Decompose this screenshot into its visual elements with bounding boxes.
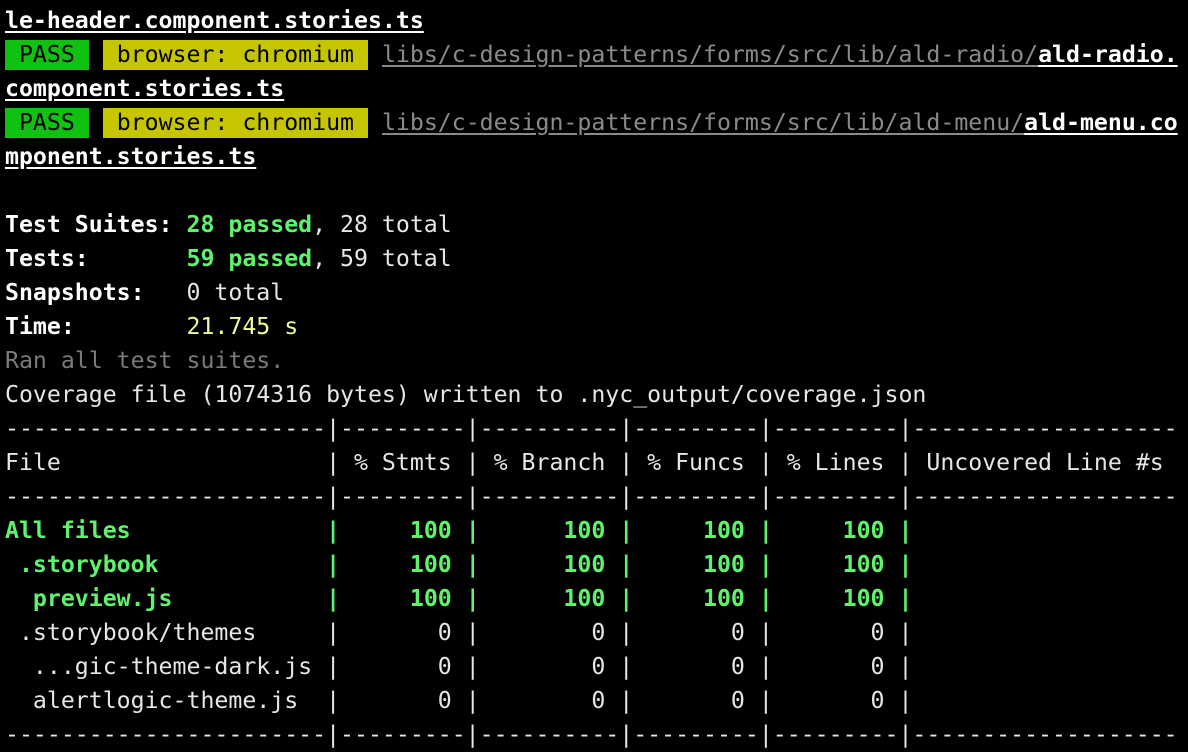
summary-tests: Tests: 59 passed, 59 total (5, 242, 1188, 276)
story-file-name[interactable]: ald-menu.co (1024, 109, 1178, 136)
terminal-line: mponent.stories.ts (5, 140, 1188, 174)
coverage-table-body: All files | 100 | 100 | 100 | 100 | .sto… (5, 514, 1188, 718)
table-separator: -----------------------|---------|------… (5, 721, 1178, 748)
table-row: .storybook/themes | 0 | 0 | 0 | 0 | (5, 616, 1188, 650)
summary-passed: 28 passed (186, 211, 313, 238)
table-separator: -----------------------|---------|------… (5, 415, 1178, 442)
table-row: .storybook | 100 | 100 | 100 | 100 | (5, 548, 1188, 582)
coverage-values: | 100 | 100 | 100 | 100 | (326, 551, 913, 578)
coverage-file-name: preview.js (5, 585, 327, 612)
table-row: ...gic-theme-dark.js | 0 | 0 | 0 | 0 | (5, 650, 1188, 684)
summary-label: Time: (5, 313, 187, 340)
coverage-values: | 0 | 0 | 0 | 0 | (326, 653, 913, 680)
pass-badge: PASS (5, 108, 89, 138)
table-row: All files | 100 | 100 | 100 | 100 | (5, 514, 1188, 548)
coverage-table-header: File | % Stmts | % Branch | % Funcs | % … (5, 449, 1178, 476)
story-file-name[interactable]: ald-radio. (1038, 41, 1178, 68)
pass-badge: PASS (5, 40, 89, 70)
coverage-file-message: Coverage file (1074316 bytes) written to… (5, 381, 927, 408)
coverage-values: | 0 | 0 | 0 | 0 | (326, 619, 913, 646)
coverage-values: | 100 | 100 | 100 | 100 | (326, 585, 913, 612)
table-row: preview.js | 100 | 100 | 100 | 100 | (5, 582, 1188, 616)
terminal-line: component.stories.ts (5, 72, 1188, 106)
summary-total: , 59 total (312, 245, 452, 272)
story-file-name[interactable]: component.stories.ts (5, 75, 284, 102)
summary-test-suites: Test Suites: 28 passed, 28 total (5, 208, 1188, 242)
summary-snapshots: Snapshots: 0 total (5, 276, 1188, 310)
story-file-name[interactable]: mponent.stories.ts (5, 143, 256, 170)
summary-total: , 28 total (312, 211, 452, 238)
terminal-line: le-header.component.stories.ts (5, 4, 1188, 38)
terminal-output: le-header.component.stories.ts PASS brow… (0, 0, 1188, 752)
coverage-file-name: .storybook (5, 551, 327, 578)
test-result-line: PASS browser: chromium libs/c-design-pat… (5, 38, 1188, 72)
summary-label: Test Suites: (5, 211, 187, 238)
story-file-name: le-header.component.stories.ts (5, 7, 424, 34)
summary-time-value: 21.745 s (186, 313, 299, 340)
summary-value: 0 total (186, 279, 285, 306)
table-row: alertlogic-theme.js | 0 | 0 | 0 | 0 | (5, 684, 1188, 718)
browser-badge: browser: chromium (102, 40, 368, 70)
summary-label: Snapshots: (5, 279, 187, 306)
coverage-values: | 0 | 0 | 0 | 0 | (326, 687, 913, 714)
summary-passed: 59 passed (186, 245, 313, 272)
summary-label: Tests: (5, 245, 187, 272)
ran-all-message: Ran all test suites. (5, 347, 285, 374)
summary-time: Time: 21.745 s (5, 310, 1188, 344)
table-separator: -----------------------|---------|------… (5, 483, 1178, 510)
file-path[interactable]: libs/c-design-patterns/forms/src/lib/ald… (382, 41, 1038, 68)
file-path[interactable]: libs/c-design-patterns/forms/src/lib/ald… (382, 109, 1024, 136)
browser-badge: browser: chromium (102, 108, 368, 138)
coverage-file-name: ...gic-theme-dark.js (5, 653, 327, 680)
test-result-line: PASS browser: chromium libs/c-design-pat… (5, 106, 1188, 140)
coverage-file-name: alertlogic-theme.js (5, 687, 327, 714)
coverage-values: | 100 | 100 | 100 | 100 | (326, 517, 913, 544)
coverage-file-name: All files (5, 517, 327, 544)
coverage-file-name: .storybook/themes (5, 619, 327, 646)
